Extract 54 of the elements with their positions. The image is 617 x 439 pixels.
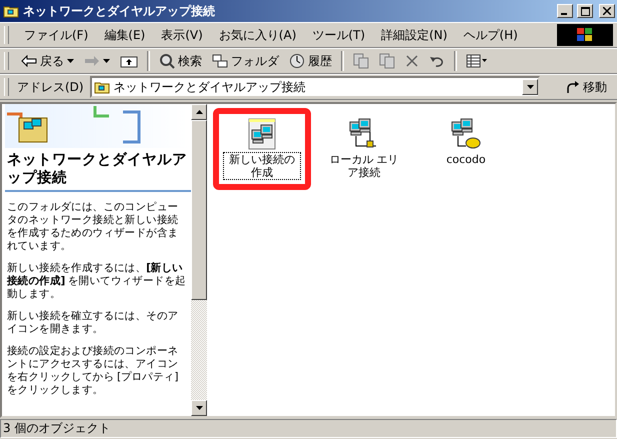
close-icon	[603, 7, 611, 15]
menu-item[interactable]: 編集(E)	[97, 24, 152, 46]
search-button[interactable]: 検索	[155, 50, 206, 72]
scroll-down-button[interactable]	[191, 400, 207, 416]
up-folder-icon	[120, 54, 138, 68]
folders-button[interactable]: フォルダ	[208, 50, 283, 72]
views-icon	[466, 54, 488, 68]
scrollbar[interactable]	[191, 104, 207, 416]
address-field[interactable]: ネットワークとダイヤルアップ接続	[90, 76, 540, 98]
computers-icon	[246, 118, 278, 150]
back-button[interactable]: 戻る	[17, 50, 78, 72]
menu-item[interactable]: ヘルプ(H)	[456, 24, 525, 46]
menu-item[interactable]: 表示(V)	[154, 24, 210, 46]
down-triangle-icon	[196, 406, 202, 410]
menu-item[interactable]: お気に入り(A)	[212, 24, 304, 46]
move-to-icon	[353, 53, 369, 69]
close-button[interactable]	[599, 4, 615, 18]
windows-logo	[557, 24, 613, 46]
maximize-button[interactable]	[577, 4, 593, 18]
search-icon	[159, 53, 175, 69]
maximize-icon	[580, 6, 590, 16]
sidebar-text: 新しい接続を確立するには、そのアイコンを開きます。	[7, 310, 180, 336]
item-label[interactable]: cocodo	[444, 152, 488, 167]
menu-item[interactable]: ファイル(F)	[17, 24, 96, 46]
item-label[interactable]: 新しい接続の作成	[223, 152, 301, 180]
status-bar: 3 個のオブジェクト	[0, 419, 617, 438]
minimize-button[interactable]	[557, 4, 573, 18]
copy-to-icon	[379, 53, 395, 69]
scroll-up-button[interactable]	[191, 104, 207, 120]
network-folder-icon	[94, 80, 110, 94]
undo-icon	[429, 54, 445, 68]
history-button[interactable]: 履歴	[285, 50, 336, 72]
network-folder-icon	[3, 4, 19, 18]
dropdown-button[interactable]	[522, 79, 538, 95]
item-label[interactable]: ローカル エリア接続	[325, 152, 403, 180]
caret-icon	[103, 59, 110, 63]
menu-item[interactable]: 詳細設定(N)	[374, 24, 454, 46]
back-arrow-icon	[21, 55, 37, 67]
up-triangle-icon	[196, 110, 202, 114]
computer-phone-icon	[450, 118, 482, 150]
clock-icon	[289, 53, 305, 69]
caret-icon	[67, 59, 74, 63]
sidebar-text: このフォルダには、このコンピュータのネットワーク接続と新しい接続を作成するためのウィザードが含まれています。	[7, 201, 180, 253]
go-arrow-icon	[566, 80, 580, 94]
address-label: アドレス(D)	[17, 78, 84, 96]
folders-icon	[212, 53, 228, 69]
sidebar-text: 新しい接続を作成するには、[新しい接続の作成] を開いてウィザードを起動します。	[7, 262, 187, 301]
sidebar-text: 接続の設定および接続のコンポーネントにアクセスするには、アイコンを右クリックしてから [プロパティ] をクリックします。	[7, 345, 180, 397]
caret-icon	[526, 85, 534, 89]
delete-icon	[405, 54, 419, 68]
window-title: ネットワークとダイヤルアップ接続	[23, 2, 216, 20]
forward-arrow-icon	[84, 55, 100, 67]
menu-item[interactable]: ツール(T)	[305, 24, 372, 46]
go-button[interactable]: 移動	[560, 78, 613, 96]
